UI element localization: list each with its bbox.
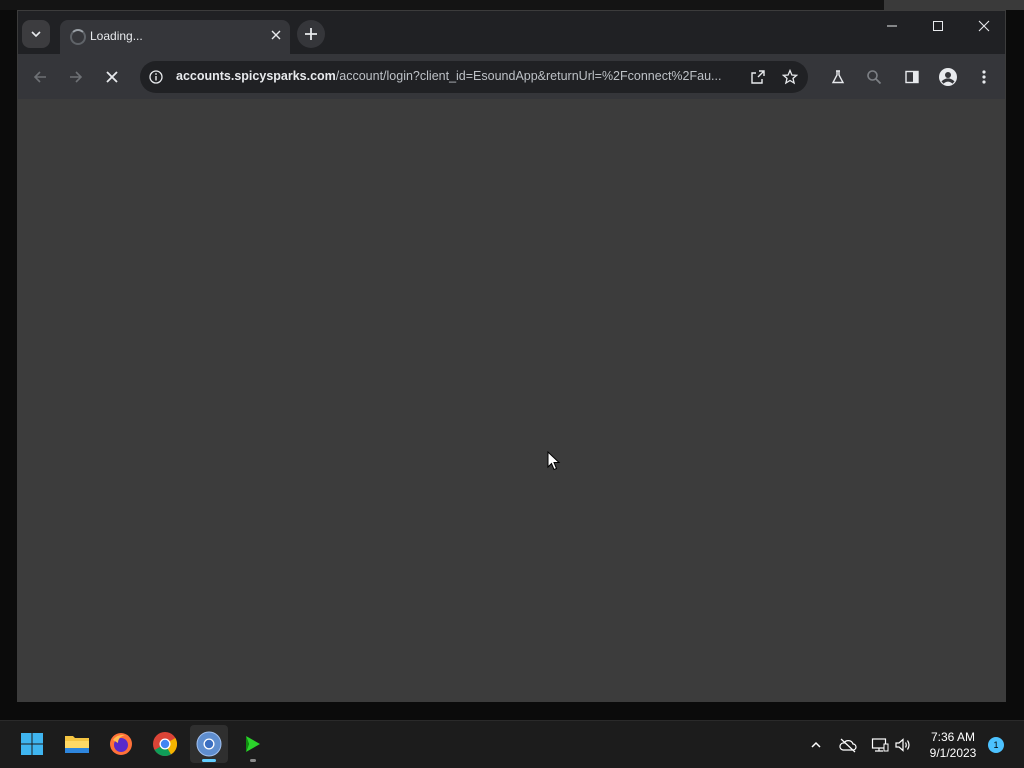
- volume-icon: [895, 738, 910, 752]
- running-indicator: [250, 759, 256, 762]
- chrome-dev-icon: [196, 731, 222, 757]
- clock-time: 7:36 AM: [930, 730, 976, 744]
- labs-button[interactable]: [824, 63, 852, 91]
- loading-spinner-icon: [70, 29, 86, 45]
- maximize-button[interactable]: [915, 11, 961, 41]
- file-explorer-icon: [65, 736, 89, 753]
- info-icon: [149, 70, 163, 84]
- bookmark-button[interactable]: [778, 65, 802, 89]
- start-button[interactable]: [13, 725, 51, 763]
- network-icon: [871, 738, 889, 752]
- zoom-button[interactable]: [860, 63, 888, 91]
- active-indicator: [202, 759, 216, 762]
- url-path: /account/login?client_id=EsoundApp&retur…: [335, 69, 722, 83]
- minimize-button[interactable]: [869, 11, 915, 41]
- chevron-down-icon: [31, 31, 41, 38]
- stop-loading-button[interactable]: [98, 63, 126, 91]
- volume-button[interactable]: [893, 735, 913, 755]
- tab-strip: Loading...: [18, 11, 1005, 54]
- onedrive-status-button[interactable]: [838, 735, 858, 755]
- mouse-cursor-icon: [547, 451, 561, 471]
- notification-badge[interactable]: 1: [988, 737, 1004, 753]
- media-player-icon: [246, 736, 260, 752]
- desktop-background: [0, 0, 1024, 10]
- close-icon: [106, 71, 118, 83]
- tab-search-button[interactable]: [22, 20, 50, 48]
- back-button[interactable]: [26, 63, 54, 91]
- network-button[interactable]: [870, 735, 890, 755]
- media-player-button[interactable]: [234, 725, 272, 763]
- url-host: accounts.spicysparks.com: [176, 69, 336, 83]
- browser-toolbar: accounts.spicysparks.com/account/login?c…: [18, 54, 1005, 99]
- file-explorer-button[interactable]: [58, 725, 96, 763]
- firefox-icon: [110, 733, 132, 755]
- share-icon: [751, 70, 765, 84]
- address-url[interactable]: accounts.spicysparks.com/account/login?c…: [176, 69, 742, 83]
- taskbar: 7:36 AM 9/1/2023 1: [0, 720, 1024, 768]
- close-icon: [978, 20, 990, 32]
- kebab-menu-icon: [982, 70, 986, 84]
- side-panel-icon: [905, 70, 919, 84]
- chrome-button[interactable]: [146, 725, 184, 763]
- new-tab-button[interactable]: [297, 20, 325, 48]
- share-button[interactable]: [746, 65, 770, 89]
- profile-button[interactable]: [934, 63, 962, 91]
- site-info-button[interactable]: [148, 69, 164, 85]
- show-hidden-icons-button[interactable]: [806, 735, 826, 755]
- maximize-icon: [933, 21, 943, 31]
- clock-date: 9/1/2023: [929, 746, 977, 760]
- plus-icon: [305, 28, 317, 40]
- minimize-icon: [887, 25, 897, 27]
- chrome-dev-button[interactable]: [190, 725, 228, 763]
- start-icon: [21, 733, 43, 755]
- address-bar[interactable]: accounts.spicysparks.com/account/login?c…: [140, 61, 808, 93]
- chevron-up-icon: [811, 741, 821, 748]
- close-tab-button[interactable]: [268, 27, 284, 43]
- arrow-left-icon: [33, 71, 46, 83]
- menu-button[interactable]: [970, 63, 998, 91]
- person-icon: [939, 68, 957, 86]
- flask-icon: [831, 70, 845, 84]
- tab-title: Loading...: [90, 29, 143, 43]
- search-icon: [867, 70, 882, 85]
- arrow-right-icon: [70, 71, 83, 83]
- cloud-offline-icon: [839, 738, 857, 753]
- system-clock[interactable]: 7:36 AM 9/1/2023: [918, 729, 988, 761]
- forward-button[interactable]: [62, 63, 90, 91]
- close-window-button[interactable]: [961, 11, 1007, 41]
- browser-window: Loading... accounts.spicysparks.com/acco…: [17, 10, 1006, 702]
- page-content[interactable]: [18, 99, 1005, 701]
- firefox-button[interactable]: [102, 725, 140, 763]
- chrome-icon: [153, 732, 178, 757]
- star-icon: [782, 69, 798, 85]
- side-panel-button[interactable]: [898, 63, 926, 91]
- close-icon: [271, 30, 281, 40]
- active-tab[interactable]: Loading...: [60, 20, 290, 54]
